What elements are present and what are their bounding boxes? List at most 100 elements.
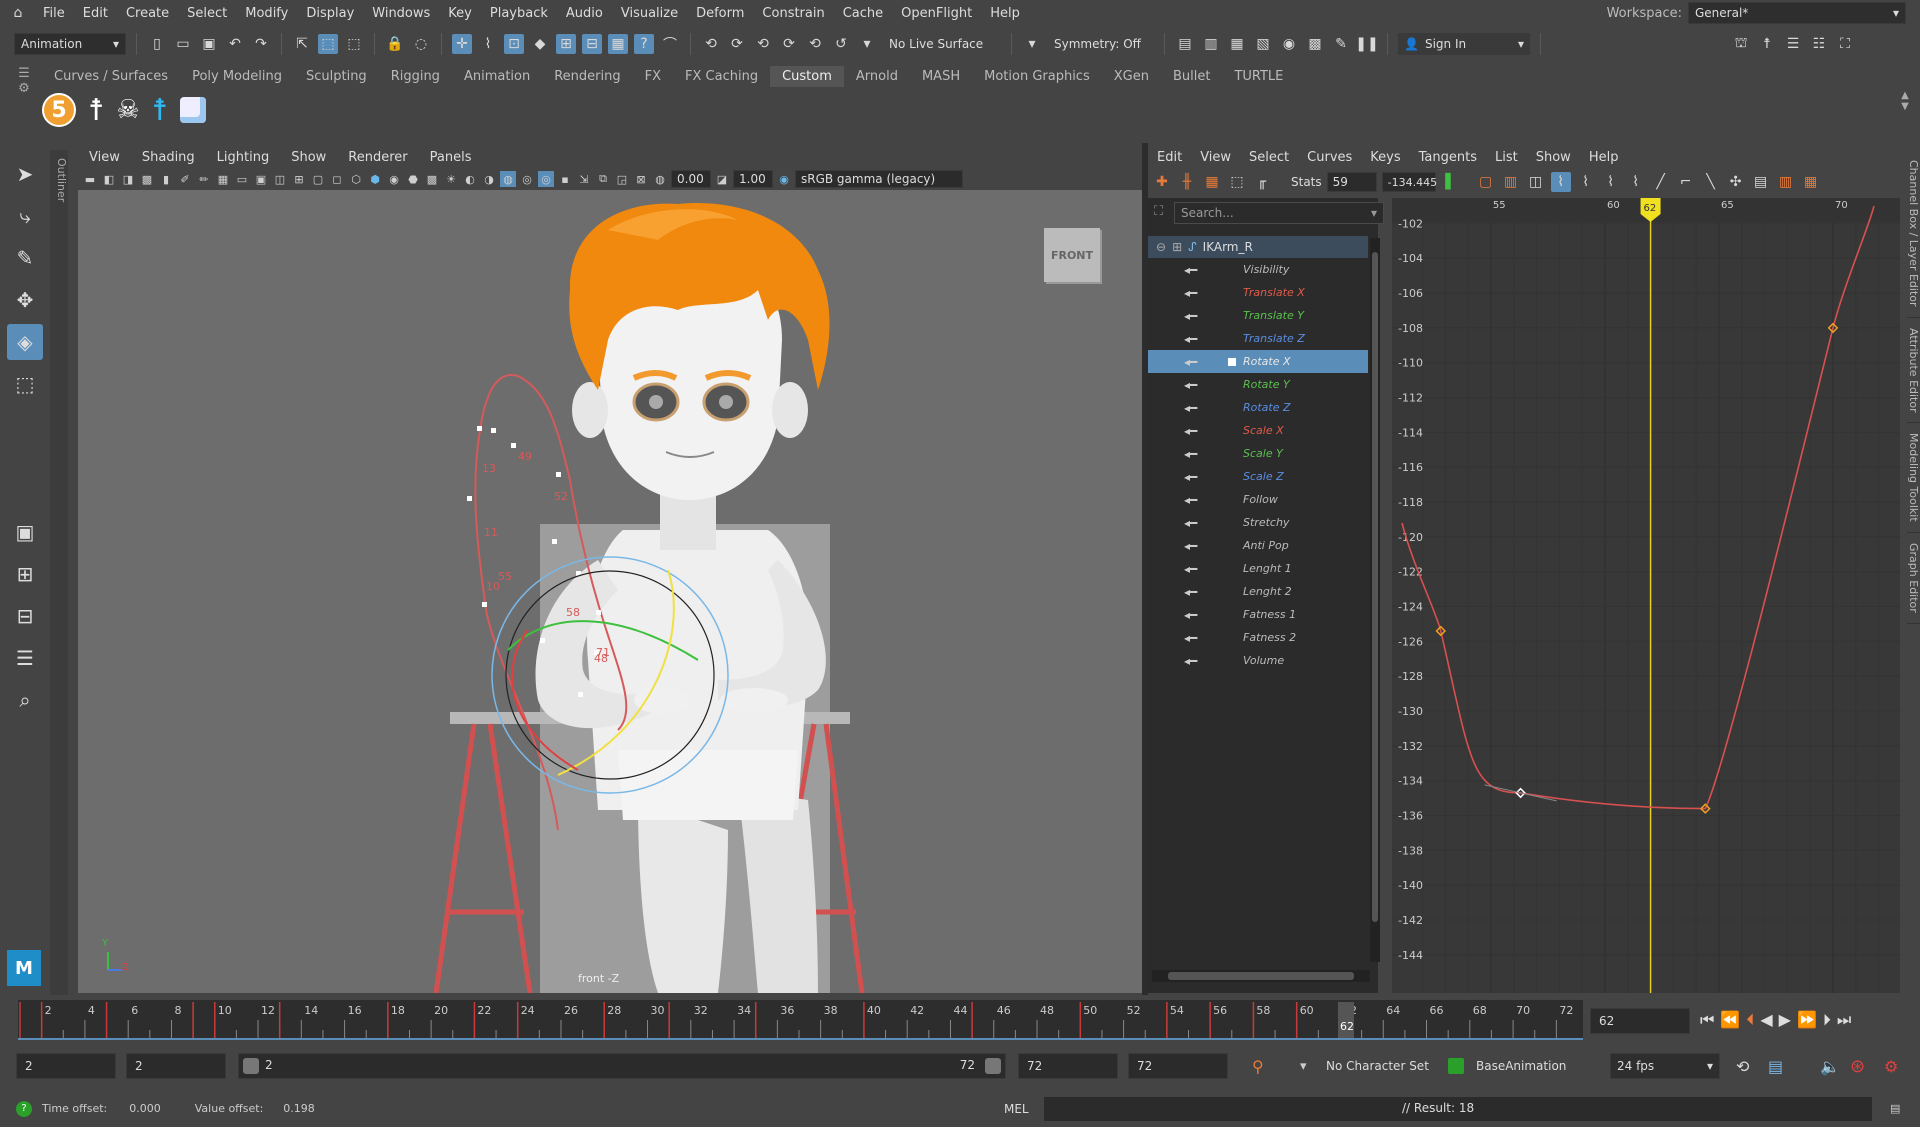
stats-frame-field[interactable]: 59 [1326,172,1377,192]
attr-row[interactable]: ◂━ Scale Z [1148,465,1368,488]
shelf-tab-rendering[interactable]: Rendering [542,66,632,87]
menu-constrain[interactable]: Constrain [753,6,833,21]
shelf-tab-poly-modeling[interactable]: Poly Modeling [180,66,294,87]
light-editor-icon[interactable]: ✎ [1331,34,1351,54]
safe-action-icon[interactable]: ▢ [310,171,326,187]
step-tangent-icon[interactable]: ⌐ [1676,172,1696,192]
shelf-tab-turtle[interactable]: TURTLE [1222,66,1295,87]
render-frame-icon[interactable]: ▤ [1175,34,1195,54]
move-tool-icon[interactable]: ✥ [7,282,43,318]
lights-icon[interactable]: ☀ [443,171,459,187]
stats-toggle-icon[interactable]: ▌ [1441,172,1461,192]
grease-pencil-icon[interactable]: ✏ [196,171,212,187]
live-surface-field[interactable]: No Live Surface [883,33,1001,55]
rotate-tool-icon[interactable]: ◈ [7,324,43,360]
safe-title-icon[interactable]: ◻ [329,171,345,187]
shelf-tab-fx-caching[interactable]: FX Caching [673,66,770,87]
render-icon[interactable]: ⟲ [805,34,825,54]
shelf-menu-icon[interactable]: ☰ ⚙ [14,66,34,132]
new-scene-icon[interactable]: ▯ [147,34,167,54]
go-to-start-icon[interactable]: ⏮ [1700,1010,1714,1030]
snap-curve-icon[interactable]: ⌇ [478,34,498,54]
custom-script-5-icon[interactable]: 5 [42,93,76,127]
pin-icon[interactable]: ◂━ [1184,401,1197,415]
shelf-tab-fx[interactable]: FX [633,66,673,87]
select-tool-icon[interactable]: ➤ [7,156,43,192]
shelf-tab-curves-surfaces[interactable]: Curves / Surfaces [42,66,180,87]
tpose-cyan-icon[interactable]: ☨ [152,93,168,128]
pin-icon[interactable]: ◂━ [1184,424,1197,438]
loop-icon[interactable]: ⟲ [1736,1057,1749,1076]
field-chart-icon[interactable]: ⊞ [291,171,307,187]
render-setup-icon[interactable]: ▩ [1305,34,1325,54]
graph-menu-curves[interactable]: Curves [1298,150,1361,165]
anim-prefs-icon[interactable]: ⚙ [1884,1057,1898,1076]
current-frame-field[interactable]: 62 [1590,1008,1690,1034]
snap-view-icon[interactable]: ◆ [530,34,550,54]
playback-end-field[interactable]: 72 [1018,1053,1118,1079]
save-icon[interactable]: ▣ [199,34,219,54]
pin-icon[interactable]: ◂━ [1184,562,1197,576]
two-view-icon[interactable]: ⊟ [7,598,43,634]
character-set-dropdown-icon[interactable]: ▾ [1300,1059,1307,1074]
command-line-input[interactable] [1044,1096,1394,1121]
shelf-tab-custom[interactable]: Custom [770,65,844,87]
sign-in-button[interactable]: 👤 Sign In ▾ [1398,33,1530,55]
isolate-icon[interactable]: ◎ [538,171,554,187]
viewport-3d[interactable]: 49 52 13 11 10 55 58 71 48 FRONT front -Z Y Z [78,190,1142,993]
frame-playback-icon[interactable]: ▥ [1501,172,1521,192]
snap-live-icon[interactable]: ⊟ [582,34,602,54]
bookmark-key-icon[interactable]: ⚲ [1252,1057,1264,1076]
outliner-tab[interactable]: Outliner [50,150,68,995]
grid-icon[interactable]: ▦ [215,171,231,187]
anim-end-field[interactable]: 72 [1128,1053,1228,1079]
break-tangents-icon[interactable]: ▤ [1751,172,1771,192]
free-tangent-icon[interactable]: ▦ [1801,172,1821,192]
render-view-icon[interactable]: ▧ [1253,34,1273,54]
select-hierarchy-icon[interactable]: ⇱ [292,34,312,54]
frame-all-icon[interactable]: ▢ [1476,172,1496,192]
undo-icon[interactable]: ↶ [225,34,245,54]
linear-tangent-icon[interactable]: ⌇ [1626,172,1646,192]
four-view-icon[interactable]: ⊞ [7,556,43,592]
gate-mask-icon[interactable]: ◫ [272,171,288,187]
playback-start-field[interactable]: 2 [126,1053,226,1079]
pin-icon[interactable]: ◂━ [1184,355,1197,369]
render-sequence-icon[interactable]: ▥ [1201,34,1221,54]
graph-view[interactable]: 55 60 65 70 -102 -104 -106 -108 -110 -112 -114 -116… [1392,198,1900,993]
graph-menu-select[interactable]: Select [1240,150,1298,165]
bookmark-icon[interactable]: ◨ [120,171,136,187]
attr-row[interactable]: ◂━ Volume [1148,649,1368,672]
input-ops-icon[interactable]: ⟳ [727,34,747,54]
pin-icon[interactable]: ◂━ [1184,539,1197,553]
lock-icon[interactable]: 🔒 [385,34,405,54]
character-controls-icon[interactable]: ☨ [1757,34,1777,54]
frame-all-icon[interactable]: ⊠ [633,171,649,187]
stats-value-field[interactable]: -134.445 [1381,172,1437,192]
viewport-menu-view[interactable]: View [78,150,131,165]
resolution-gate-icon[interactable]: ▣ [253,171,269,187]
camera-attrs-icon[interactable]: ◧ [101,171,117,187]
exposure-icon[interactable]: ◍ [652,171,668,187]
hypershade-icon[interactable]: ◉ [1279,34,1299,54]
shelf-tab-arnold[interactable]: Arnold [844,66,910,87]
channel-box-icon[interactable]: ⛶ [1835,34,1855,54]
go-to-end-icon[interactable]: ⏭ [1837,1010,1851,1030]
zoom-icon[interactable]: ⌕ [7,682,43,718]
wireframe-icon[interactable]: ⬡ [348,171,364,187]
plateau-tangent-icon[interactable]: ╲ [1701,172,1721,192]
mode-dropdown[interactable]: Animation ▾ [14,33,126,55]
range-handle-end[interactable] [985,1058,1001,1074]
attr-row[interactable]: ◂━ Stretchy [1148,511,1368,534]
retime-tool-icon[interactable]: ╓ [1252,172,1272,192]
menu-display[interactable]: Display [297,6,363,21]
outliner-layout-icon[interactable]: ☰ [7,640,43,676]
move-key-icon[interactable]: ✚ [1152,172,1172,192]
viewport-menu-show[interactable]: Show [280,150,337,165]
shelf-scroll-icon[interactable]: ▲ ▼ [1895,90,1915,130]
motion-blur-icon[interactable]: ▪ [557,171,573,187]
attr-row[interactable]: ◂━ Translate Y [1148,304,1368,327]
play-backward-icon[interactable]: ◀ [1760,1010,1772,1030]
select-component-icon[interactable]: ⬚ [344,34,364,54]
menu-cache[interactable]: Cache [834,6,892,21]
